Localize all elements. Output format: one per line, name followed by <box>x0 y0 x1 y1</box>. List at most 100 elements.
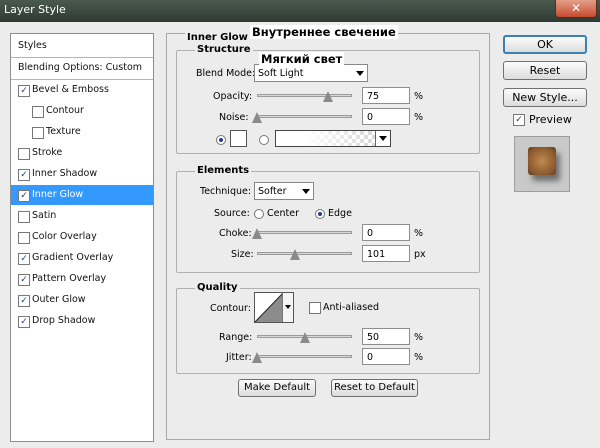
elements-title: Elements <box>195 165 252 176</box>
styles-list: Styles Blending Options: Custom ✓ Bevel &… <box>10 33 154 442</box>
opacity-label: Opacity: <box>213 91 253 102</box>
sidebar-item-pattern-overlay[interactable]: ✓ Pattern Overlay <box>11 269 153 289</box>
sidebar-item-label: Satin <box>32 210 57 221</box>
blending-options[interactable]: Blending Options: Custom <box>11 58 153 78</box>
checkbox[interactable]: ✓ <box>18 295 30 307</box>
style-preview-thumbnail <box>514 136 570 192</box>
blend-mode-select[interactable]: Soft Light <box>254 64 368 82</box>
sidebar-item-drop-shadow[interactable]: ✓ Drop Shadow <box>11 311 153 331</box>
sidebar-item-label: Stroke <box>32 147 63 158</box>
opacity-unit: % <box>414 91 424 102</box>
checkbox[interactable] <box>32 127 44 139</box>
reset-to-default-button[interactable]: Reset to Default <box>331 379 418 397</box>
range-input[interactable]: 50 <box>362 328 410 345</box>
sidebar-item-label: Texture <box>46 126 81 137</box>
noise-label: Noise: <box>219 112 249 123</box>
reset-button[interactable]: Reset <box>503 61 587 80</box>
close-button[interactable]: ✕ <box>555 0 597 18</box>
source-label: Source: <box>214 208 250 219</box>
annotation-sub: Мягкий свет <box>259 52 345 66</box>
noise-slider[interactable] <box>252 110 352 124</box>
sidebar-item-inner-glow[interactable]: ✓ Inner Glow <box>11 185 153 205</box>
range-label: Range: <box>219 332 253 343</box>
chevron-down-icon <box>379 136 387 141</box>
checkbox[interactable]: ✓ <box>18 274 30 286</box>
gradient-picker[interactable] <box>275 130 391 147</box>
jitter-slider-thumb[interactable] <box>252 352 262 363</box>
slider-track <box>257 355 352 358</box>
sidebar-item-label: Bevel & Emboss <box>32 84 109 95</box>
source-edge-radio[interactable] <box>315 209 325 219</box>
range-slider[interactable] <box>257 330 352 344</box>
preview-label[interactable]: Preview <box>529 113 572 126</box>
size-unit: px <box>414 249 426 260</box>
preview-checkbox[interactable]: ✓ <box>513 114 525 126</box>
choke-slider-thumb[interactable] <box>252 228 262 239</box>
layer-style-dialog: Layer Style ✕ Styles Blending Options: C… <box>0 0 600 448</box>
title-bar: Layer Style ✕ <box>0 0 600 22</box>
contour-curve-icon <box>255 293 283 322</box>
glow-color-swatch[interactable] <box>230 130 247 147</box>
sidebar-item-label: Pattern Overlay <box>32 273 107 284</box>
sidebar-item-contour[interactable]: Contour <box>11 101 153 121</box>
sidebar-item-gradient-overlay[interactable]: ✓ Gradient Overlay <box>11 248 153 268</box>
source-center-radio[interactable] <box>254 209 264 219</box>
slider-track <box>257 231 352 234</box>
technique-select[interactable]: Softer <box>254 182 314 200</box>
source-edge-label[interactable]: Edge <box>328 208 352 219</box>
technique-label: Technique: <box>200 186 252 197</box>
sidebar-item-satin[interactable]: Satin <box>11 206 153 226</box>
opacity-input[interactable]: 75 <box>362 87 410 104</box>
contour-dropdown[interactable] <box>282 293 293 322</box>
size-input[interactable]: 101 <box>362 245 410 262</box>
sidebar-item-label: Drop Shadow <box>32 315 96 326</box>
contour-picker[interactable] <box>254 292 294 323</box>
ok-button[interactable]: OK <box>503 35 587 54</box>
checkbox[interactable] <box>32 106 44 118</box>
anti-aliased-label[interactable]: Anti-aliased <box>323 302 379 313</box>
checkbox[interactable]: ✓ <box>18 316 30 328</box>
color-radio[interactable] <box>216 135 226 145</box>
sidebar-item-label: Contour <box>46 105 84 116</box>
range-slider-thumb[interactable] <box>300 332 310 343</box>
sidebar-item-texture[interactable]: Texture <box>11 122 153 142</box>
noise-slider-thumb[interactable] <box>252 112 262 123</box>
sidebar-item-outer-glow[interactable]: ✓ Outer Glow <box>11 290 153 310</box>
new-style-button[interactable]: New Style... <box>503 88 587 107</box>
choke-unit: % <box>414 228 424 239</box>
checkbox[interactable]: ✓ <box>18 85 30 97</box>
contour-label: Contour: <box>210 303 251 314</box>
choke-input[interactable]: 0 <box>362 224 410 241</box>
styles-header[interactable]: Styles <box>11 36 153 56</box>
opacity-slider-thumb[interactable] <box>323 91 333 102</box>
anti-aliased-checkbox[interactable] <box>309 302 321 314</box>
noise-input[interactable]: 0 <box>362 108 410 125</box>
sidebar-item-inner-shadow[interactable]: ✓ Inner Shadow <box>11 164 153 184</box>
checkbox[interactable] <box>18 211 30 223</box>
sidebar-item-stroke[interactable]: Stroke <box>11 143 153 163</box>
sidebar-item-bevel-emboss[interactable]: ✓ Bevel & Emboss <box>11 80 153 100</box>
window-title: Layer Style <box>4 3 66 16</box>
sidebar-item-color-overlay[interactable]: Color Overlay <box>11 227 153 247</box>
sidebar-item-label: Outer Glow <box>32 294 86 305</box>
checkbox[interactable] <box>18 148 30 160</box>
size-slider-thumb[interactable] <box>290 249 300 260</box>
jitter-label: Jitter: <box>226 352 252 363</box>
choke-slider[interactable] <box>252 226 352 240</box>
jitter-input[interactable]: 0 <box>362 348 410 365</box>
source-center-label[interactable]: Center <box>267 208 299 219</box>
size-slider[interactable] <box>257 247 352 261</box>
size-label: Size: <box>231 249 254 260</box>
panel-title: Inner Glow <box>185 32 250 43</box>
make-default-button[interactable]: Make Default <box>238 379 316 397</box>
jitter-slider[interactable] <box>252 350 352 364</box>
opacity-slider[interactable] <box>257 89 352 103</box>
sidebar-item-label: Gradient Overlay <box>32 252 114 263</box>
checkbox[interactable]: ✓ <box>18 169 30 181</box>
checkbox[interactable]: ✓ <box>18 253 30 265</box>
chevron-down-icon <box>302 189 310 194</box>
gradient-radio[interactable] <box>259 135 269 145</box>
checkbox[interactable] <box>18 232 30 244</box>
checkbox[interactable]: ✓ <box>18 190 30 202</box>
gradient-dropdown[interactable] <box>375 131 390 146</box>
